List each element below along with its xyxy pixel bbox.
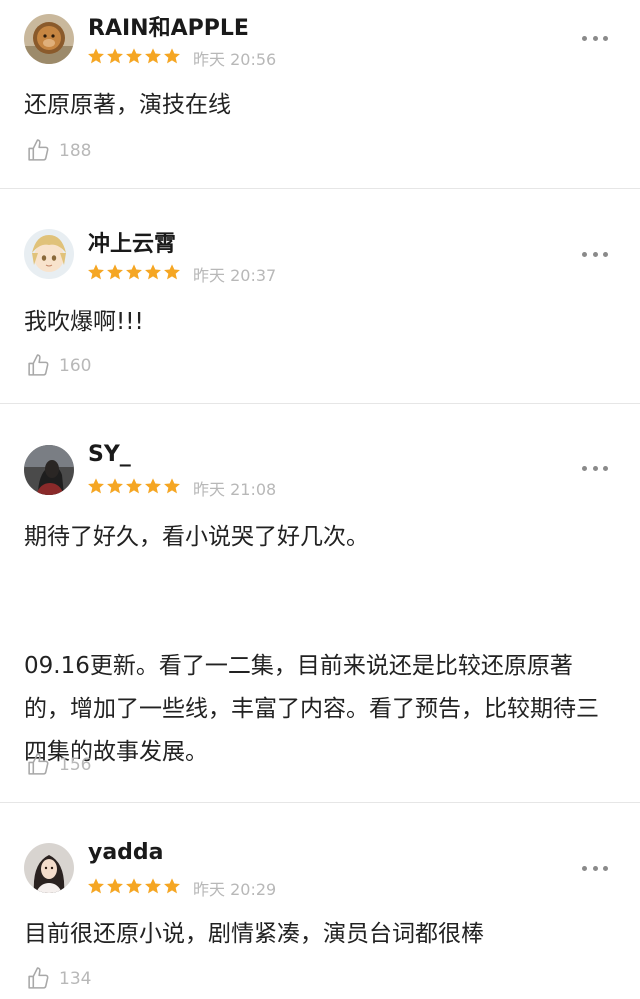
dot-icon (592, 35, 598, 41)
like-button[interactable]: 188 (26, 138, 91, 163)
star-icon (145, 264, 161, 280)
star-icon (145, 878, 161, 894)
star-icon (145, 478, 161, 494)
comment-paragraph: 我吹爆啊!!! (24, 309, 144, 335)
comment-paragraph: 目前很还原小说，剧情紧凑，演员台词都很棒 (24, 921, 484, 947)
anime-boy-avatar-icon[interactable] (24, 229, 74, 279)
like-button[interactable]: 160 (26, 353, 91, 378)
like-button[interactable]: 134 (26, 966, 91, 991)
rating-stars (87, 263, 181, 281)
comment-text: 目前很还原小说，剧情紧凑，演员台词都很棒 (24, 913, 616, 956)
dot-icon (582, 251, 587, 257)
comment-blank-line (24, 559, 616, 645)
star-icon (88, 478, 104, 494)
more-options-button[interactable] (582, 464, 608, 472)
star-icon (88, 48, 104, 64)
like-count: 156 (59, 754, 92, 775)
comment-time: 昨天 20:29 (193, 880, 277, 899)
lion-avatar-icon[interactable] (24, 14, 74, 64)
username[interactable]: yadda (88, 840, 164, 865)
dot-icon (582, 465, 587, 471)
comment-paragraph: 09.16更新。看了一二集，目前来说还是比较还原原著的，增加了一些线，丰富了内容… (24, 653, 599, 765)
star-icon (107, 878, 123, 894)
star-icon (88, 878, 104, 894)
star-icon (164, 48, 180, 64)
comment-text: 期待了好久，看小说哭了好几次。 09.16更新。看了一二集，目前来说还是比较还原… (24, 516, 616, 774)
dot-icon (603, 865, 608, 871)
more-options-button[interactable] (582, 250, 608, 258)
star-icon (107, 48, 123, 64)
comment-item: SY_ 昨天 21:08 期待了好久，看小说哭了好几次。 09.16更新。看了一… (0, 404, 640, 803)
username[interactable]: RAIN和APPLE (88, 10, 249, 42)
thumbs-up-icon (28, 139, 49, 161)
username[interactable]: 冲上云霄 (88, 226, 176, 258)
rating-stars (87, 477, 181, 495)
comment-text: 还原原著，演技在线 (24, 84, 616, 127)
dot-icon (603, 251, 608, 257)
dot-icon (603, 35, 608, 41)
girl-photo-avatar-icon[interactable] (24, 843, 74, 893)
comment-paragraph: 还原原著，演技在线 (24, 92, 231, 118)
star-icon (164, 478, 180, 494)
dot-icon (582, 865, 587, 871)
star-icon (126, 878, 142, 894)
thumbs-up-icon (28, 753, 49, 775)
star-icon (107, 478, 123, 494)
comment-item: RAIN和APPLE 昨天 20:56 还原原著，演技在线 188 (0, 0, 640, 189)
star-icon (126, 264, 142, 280)
girl-silhouette-avatar-icon[interactable] (24, 445, 74, 495)
star-icon (145, 48, 161, 64)
dot-icon (592, 465, 598, 471)
comment-text: 我吹爆啊!!! (24, 301, 616, 344)
like-count: 188 (59, 140, 92, 161)
rating-stars (87, 47, 181, 65)
star-icon (164, 264, 180, 280)
comment-item: yadda 昨天 20:29 目前很还原小说，剧情紧凑，演员台词都很棒 134 (0, 803, 640, 999)
comment-item: 冲上云霄 昨天 20:37 我吹爆啊!!! 160 (0, 189, 640, 404)
dot-icon (592, 251, 598, 257)
more-options-button[interactable] (582, 34, 608, 42)
like-count: 134 (59, 968, 92, 989)
star-icon (88, 264, 104, 280)
dot-icon (582, 35, 587, 41)
star-icon (164, 878, 180, 894)
comment-paragraph: 期待了好久，看小说哭了好几次。 (24, 524, 369, 550)
star-icon (126, 478, 142, 494)
star-icon (126, 48, 142, 64)
comment-time: 昨天 21:08 (193, 480, 277, 499)
thumbs-up-icon (28, 354, 49, 376)
dot-icon (592, 865, 598, 871)
comment-time: 昨天 20:37 (193, 266, 277, 285)
rating-stars (87, 877, 181, 895)
star-icon (107, 264, 123, 280)
comment-time: 昨天 20:56 (193, 50, 277, 69)
dot-icon (603, 465, 608, 471)
like-count: 160 (59, 355, 92, 376)
thumbs-up-icon (28, 967, 49, 989)
username[interactable]: SY_ (88, 442, 131, 467)
like-button[interactable]: 156 (26, 752, 91, 777)
more-options-button[interactable] (582, 864, 608, 872)
